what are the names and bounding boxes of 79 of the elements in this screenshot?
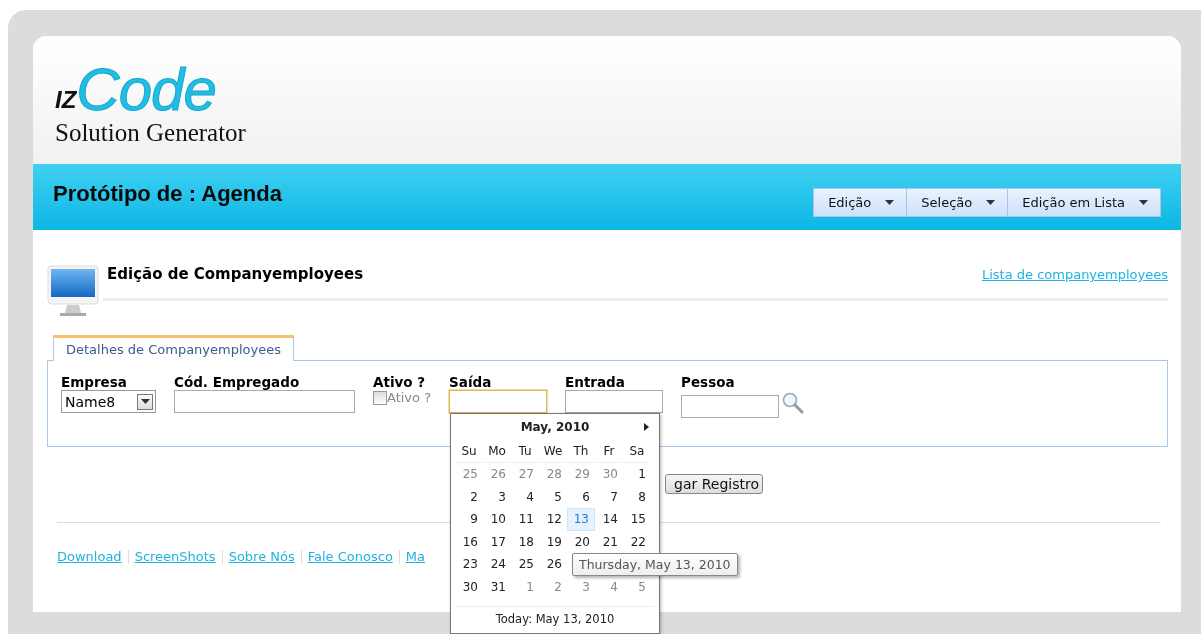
calendar-day[interactable]: 5 — [539, 485, 567, 508]
calendar-day[interactable]: 22 — [623, 530, 651, 553]
today-label[interactable]: Today: May 13, 2010 — [455, 606, 655, 626]
caret-icon — [885, 199, 895, 205]
date-tooltip: Thursday, May 13, 2010 — [572, 553, 738, 576]
calendar-day[interactable]: 7 — [595, 485, 623, 508]
calendar-day[interactable]: 30 — [595, 463, 623, 486]
weekday-label: Su — [456, 440, 482, 463]
logo-tagline: Solution Generator — [55, 120, 246, 146]
calendar-day[interactable]: 13 — [567, 508, 595, 531]
checkbox-label: Ativo ? — [387, 390, 432, 405]
date-field[interactable] — [449, 390, 548, 413]
calendar-day[interactable]: 1 — [511, 575, 539, 598]
calendar-day[interactable]: 10 — [483, 508, 511, 531]
calendar-day[interactable]: 11 — [511, 508, 539, 531]
calendar-day[interactable]: 5 — [623, 575, 651, 598]
weekday-label: Sa — [624, 440, 650, 463]
date-field[interactable] — [565, 390, 664, 413]
calendar-day[interactable]: 1 — [623, 463, 651, 486]
calendar-day[interactable]: 16 — [455, 530, 483, 553]
calendar-day[interactable]: 15 — [623, 508, 651, 531]
calendar-day[interactable]: 12 — [539, 508, 567, 531]
caret-icon — [140, 399, 150, 404]
calendar-day[interactable]: 6 — [567, 485, 595, 508]
calendar-day[interactable]: 23 — [455, 553, 483, 576]
caret-icon — [1139, 199, 1148, 205]
calendar-day[interactable]: 18 — [511, 530, 539, 553]
calendar-day[interactable]: 4 — [595, 575, 623, 598]
calendar-day[interactable]: 14 — [595, 508, 623, 531]
field-label: Saída — [449, 375, 493, 390]
delete-button[interactable]: gar Registro — [665, 474, 763, 494]
calendar-day[interactable]: 25 — [511, 553, 539, 576]
calendar-day[interactable]: 25 — [455, 463, 483, 486]
calendar-day[interactable]: 19 — [539, 530, 567, 553]
weekday-label: Mo — [484, 440, 510, 463]
calendar-day[interactable]: 27 — [511, 463, 539, 486]
calendar-day[interactable]: 2 — [455, 485, 483, 508]
calendar-day[interactable]: 3 — [567, 575, 595, 598]
weekday-label: Th — [568, 440, 594, 463]
calendar-day[interactable]: 21 — [595, 530, 623, 553]
calendar-day[interactable]: 8 — [623, 485, 651, 508]
calendar-day[interactable]: 24 — [483, 553, 511, 576]
calendar-day[interactable]: 28 — [539, 463, 567, 486]
menu-button[interactable]: Seleção — [906, 188, 1008, 216]
checkbox[interactable] — [373, 390, 387, 405]
weekday-label: Fr — [596, 440, 622, 463]
calendar-day[interactable]: 3 — [483, 485, 511, 508]
calendar-day[interactable]: 9 — [455, 508, 483, 531]
field-label: Ativo ? — [373, 375, 427, 390]
select-field[interactable]: Name8 — [61, 390, 156, 413]
search-icon[interactable] — [782, 392, 805, 414]
calendar-day[interactable]: 31 — [483, 575, 511, 598]
next-month-icon[interactable] — [644, 423, 649, 431]
menu-button[interactable]: Edição — [814, 188, 907, 216]
logo-prefix: IZ — [55, 86, 77, 114]
field-label: Empresa — [61, 375, 128, 390]
calendar-day[interactable]: 26 — [539, 553, 567, 576]
calendar-day[interactable]: 26 — [483, 463, 511, 486]
section-title: Edição de Companyemployees — [107, 265, 364, 283]
calendar-month: May, 2010 — [520, 420, 590, 434]
menu-button[interactable]: Edição em Lista — [1007, 188, 1160, 216]
calendar-day[interactable]: 17 — [483, 530, 511, 553]
calendar-day[interactable]: 30 — [455, 575, 483, 598]
logo-wordmark: Code — [76, 60, 216, 120]
tab[interactable]: Detalhes de Companyemployees — [53, 335, 294, 361]
calendar-day[interactable]: 20 — [567, 530, 595, 553]
calendar-day[interactable]: 4 — [511, 485, 539, 508]
field-label: Cód. Empregado — [174, 375, 301, 390]
calendar-day[interactable]: 29 — [567, 463, 595, 486]
input-field[interactable] — [681, 395, 780, 418]
input-field[interactable] — [174, 390, 355, 413]
weekday-label: Tu — [512, 440, 538, 463]
caret-icon — [986, 199, 996, 205]
page-title: Protótipo de : Agenda — [53, 181, 282, 207]
monitor-icon — [47, 265, 99, 319]
field-label: Pessoa — [681, 375, 736, 390]
calendar-day[interactable]: 2 — [539, 575, 567, 598]
field-label: Entrada — [565, 375, 626, 390]
weekday-label: We — [540, 440, 566, 463]
